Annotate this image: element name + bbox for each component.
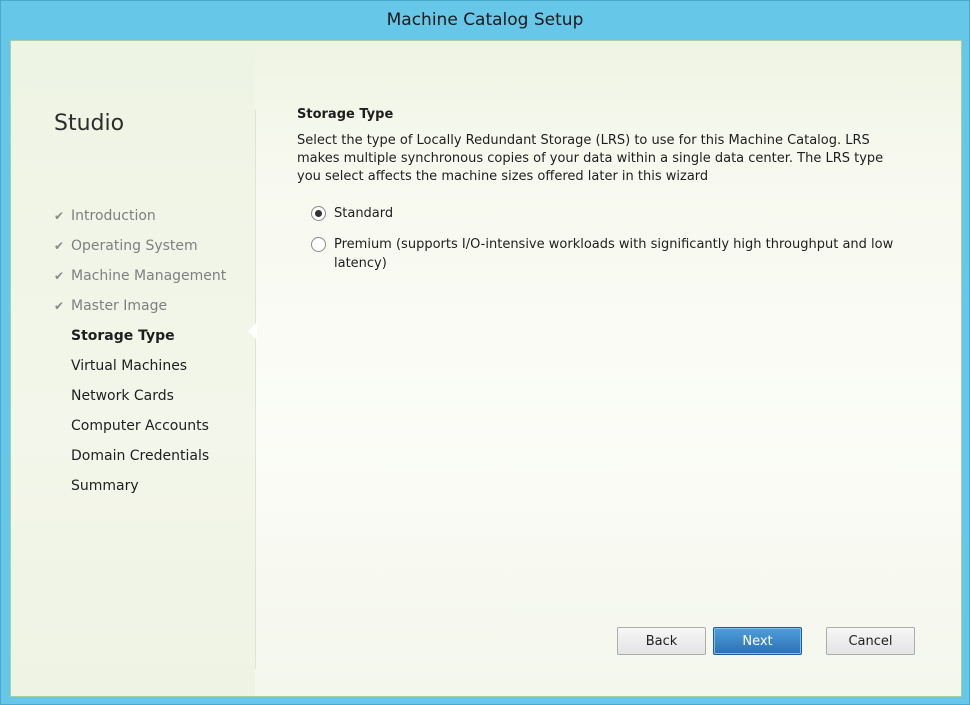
step-label: Operating System (71, 238, 198, 254)
step-virtual-machines: Virtual Machines (54, 351, 226, 381)
check-icon: ✔ (54, 299, 65, 313)
step-label: Network Cards (71, 388, 174, 404)
sidebar-brand: Studio (54, 111, 125, 136)
step-label: Virtual Machines (71, 358, 188, 374)
check-icon: ✔ (54, 269, 65, 283)
radio-standard[interactable] (311, 206, 326, 221)
step-computer-accounts: Computer Accounts (54, 411, 226, 441)
step-label: Introduction (71, 208, 156, 224)
check-icon: ✔ (54, 239, 65, 253)
step-label: Machine Management (71, 268, 227, 284)
page-description: Select the type of Locally Redundant Sto… (297, 133, 884, 184)
option-label[interactable]: Premium (supports I/O-intensive workload… (334, 235, 894, 273)
step-storage-type: Storage Type (54, 321, 226, 351)
step-network-cards: Network Cards (54, 381, 226, 411)
page-title: Storage Type (297, 107, 394, 122)
step-label: Computer Accounts (71, 418, 209, 434)
title-bar[interactable]: Machine Catalog Setup (1, 1, 969, 39)
check-icon: ✔ (54, 209, 65, 223)
wizard-body: Studio ✔ Introduction ✔ Operating System… (10, 40, 962, 697)
back-button[interactable]: Back (617, 627, 706, 655)
step-summary: Summary (54, 471, 226, 501)
step-machine-management: ✔ Machine Management (54, 261, 226, 291)
option-standard[interactable]: Standard (311, 204, 917, 223)
step-introduction: ✔ Introduction (54, 201, 226, 231)
step-list: ✔ Introduction ✔ Operating System ✔ Mach… (54, 201, 226, 501)
step-label: Domain Credentials (71, 448, 210, 464)
cancel-button[interactable]: Cancel (826, 627, 915, 655)
step-label: Master Image (71, 298, 168, 314)
storage-type-options: Standard Premium (supports I/O-intensive… (311, 204, 917, 273)
next-button[interactable]: Next (713, 627, 802, 655)
step-label: Storage Type (71, 328, 175, 344)
option-label[interactable]: Standard (334, 204, 894, 223)
step-label: Summary (71, 478, 139, 494)
window-title: Machine Catalog Setup (386, 10, 584, 30)
step-master-image: ✔ Master Image (54, 291, 226, 321)
wizard-window: Machine Catalog Setup Studio ✔ Introduct… (0, 0, 970, 705)
sidebar-divider (255, 109, 256, 669)
step-domain-credentials: Domain Credentials (54, 441, 226, 471)
main-content: Storage Type Select the type of Locally … (297, 107, 917, 285)
option-premium[interactable]: Premium (supports I/O-intensive workload… (311, 235, 917, 273)
radio-premium[interactable] (311, 237, 326, 252)
current-step-pointer (248, 322, 257, 340)
sidebar: Studio ✔ Introduction ✔ Operating System… (11, 41, 255, 696)
step-operating-system: ✔ Operating System (54, 231, 226, 261)
